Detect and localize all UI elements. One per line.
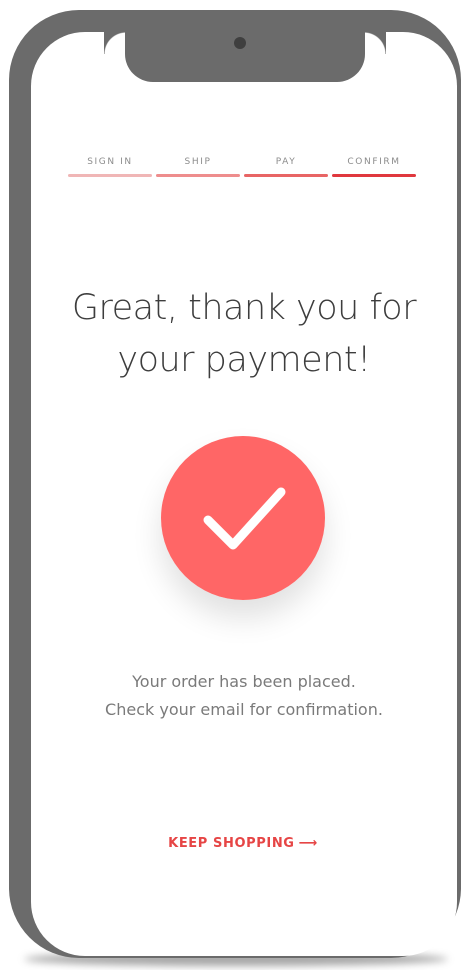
keep-shopping-label: KEEP SHOPPING xyxy=(168,836,295,851)
arrow-right-icon: ⟶ xyxy=(298,836,318,851)
camera-icon xyxy=(234,37,246,49)
page-title: Great, thank you for your payment! xyxy=(40,282,448,386)
step-bar xyxy=(68,174,152,177)
checkmark-icon xyxy=(161,436,325,600)
message-line-2: Check your email for confirmation. xyxy=(105,700,383,719)
step-bar xyxy=(244,174,328,177)
message-line-1: Your order has been placed. xyxy=(132,672,356,691)
step-bar xyxy=(332,174,416,177)
step-bar xyxy=(156,174,240,177)
success-badge xyxy=(161,436,325,600)
step-label: SIGN IN xyxy=(87,157,133,167)
page: SIGN IN SHIP PAY CONFIRM Great, thank yo… xyxy=(0,0,470,970)
check-circle-fill xyxy=(161,436,325,600)
title-line-1: Great, thank you for xyxy=(71,288,417,328)
step-label: CONFIRM xyxy=(347,157,401,167)
step-sign-in: SIGN IN xyxy=(68,156,152,177)
title-line-2: your payment! xyxy=(117,340,371,380)
step-label: SHIP xyxy=(184,157,212,167)
step-label: PAY xyxy=(275,157,297,167)
phone-notch xyxy=(125,22,386,82)
keep-shopping-link[interactable]: KEEP SHOPPING ⟶ xyxy=(150,836,336,851)
confirmation-message: Your order has been placed. Check your e… xyxy=(40,668,448,724)
step-ship: SHIP xyxy=(156,156,240,177)
step-confirm: CONFIRM xyxy=(332,156,416,177)
checkout-progress: SIGN IN SHIP PAY CONFIRM xyxy=(68,156,416,177)
step-pay: PAY xyxy=(244,156,328,177)
